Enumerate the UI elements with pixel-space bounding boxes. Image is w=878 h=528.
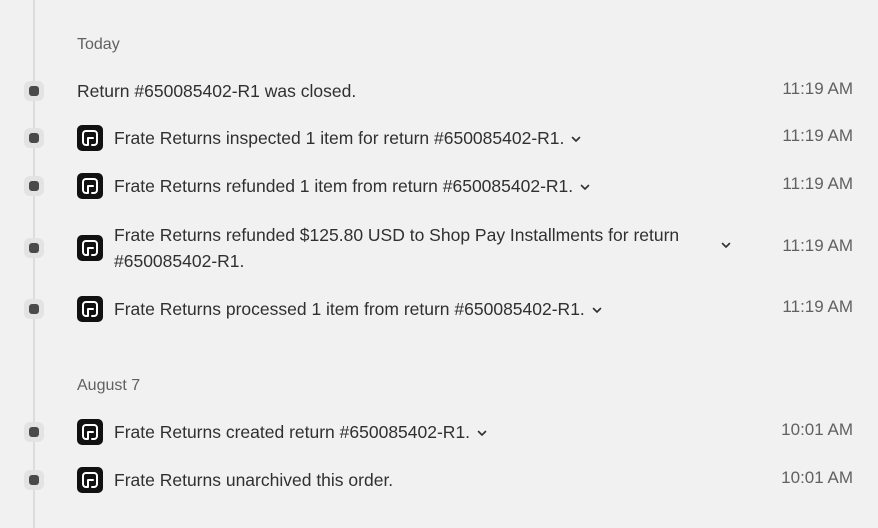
timeline-line <box>33 0 35 528</box>
frate-returns-logo-icon <box>77 125 103 151</box>
event-message: Frate Returns unarchived this order. <box>114 470 394 490</box>
timeline-dot-icon <box>24 238 44 258</box>
event-time: 11:19 AM <box>782 174 853 193</box>
timeline-dot-icon <box>24 470 44 490</box>
timeline-dot-icon <box>24 128 44 148</box>
event-message: Frate Returns refunded 1 item from retur… <box>114 176 574 196</box>
chevron-down-icon[interactable] <box>579 174 591 200</box>
chevron-down-icon[interactable] <box>720 238 732 256</box>
event-message-row[interactable]: Frate Returns processed 1 item from retu… <box>114 296 603 323</box>
event-message-line-1: Frate Returns refunded $125.80 USD to Sh… <box>114 225 680 245</box>
event-message-row[interactable]: Frate Returns created return #650085402-… <box>114 419 488 446</box>
event-time: 11:19 AM <box>782 79 853 98</box>
timeline-dot-icon <box>24 299 44 319</box>
group-heading-august-7: August 7 <box>77 377 141 394</box>
event-time: 10:01 AM <box>781 468 853 487</box>
event-message-row[interactable]: Frate Returns inspected 1 item for retur… <box>114 125 582 152</box>
event-message: Frate Returns processed 1 item from retu… <box>114 299 585 319</box>
event-time: 11:19 AM <box>782 297 853 316</box>
event-message: Frate Returns inspected 1 item for retur… <box>114 128 565 148</box>
event-message-row[interactable]: Frate Returns refunded 1 item from retur… <box>114 173 591 200</box>
event-message: Frate Returns created return #650085402-… <box>114 422 471 442</box>
frate-returns-logo-icon <box>77 296 103 322</box>
timeline-dot-icon <box>24 176 44 196</box>
chevron-down-icon[interactable] <box>570 126 582 152</box>
frate-returns-logo-icon <box>77 419 103 445</box>
event-message: Return #650085402-R1 was closed. <box>77 81 357 101</box>
group-heading-today: Today <box>77 36 120 53</box>
event-message-line-2: #650085402-R1. <box>114 251 245 271</box>
event-time: 10:01 AM <box>781 420 853 439</box>
chevron-down-icon[interactable] <box>476 420 488 446</box>
timeline-dot-icon <box>24 422 44 442</box>
event-message-row[interactable]: Frate Returns refunded $125.80 USD to Sh… <box>114 222 714 274</box>
frate-returns-logo-icon <box>77 235 103 261</box>
frate-returns-logo-icon <box>77 173 103 199</box>
event-time: 11:19 AM <box>782 126 853 145</box>
frate-returns-logo-icon <box>77 467 103 493</box>
timeline-dot-icon <box>24 81 44 101</box>
event-time: 11:19 AM <box>782 236 853 255</box>
chevron-down-icon[interactable] <box>591 297 603 323</box>
